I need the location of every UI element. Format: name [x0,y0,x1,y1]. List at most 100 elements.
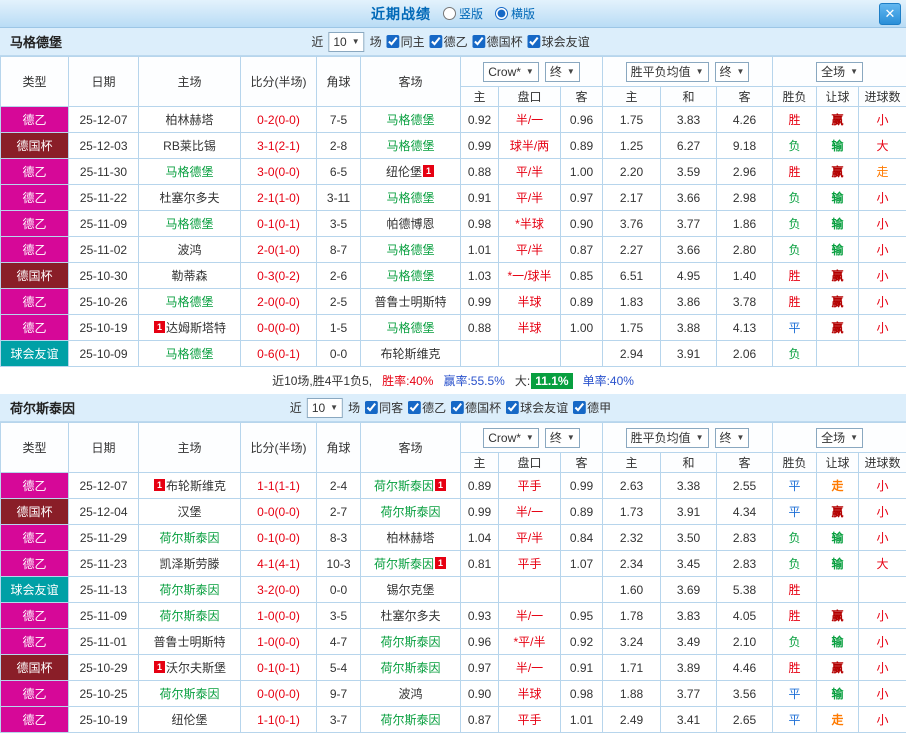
team-name-text: 纽伦堡 [385,165,422,179]
odds-home: 0.88 [460,158,499,185]
final-avg-value: 终 [719,431,732,445]
team-name-text: 锡尔克堡 [386,583,435,597]
league-badge: 德乙 [0,524,69,551]
match-date: 25-10-25 [68,680,139,707]
final-avg-dropdown[interactable]: 终 ▼ [714,427,750,448]
checkbox-input[interactable] [472,35,486,48]
result-outcome: 胜 [772,288,818,315]
filter-checkbox[interactable]: 德国杯 [451,399,501,416]
result-handicap: 赢 [816,498,860,525]
col-date: 日期 [68,56,139,107]
filter-checkbox[interactable]: 同主 [386,33,425,50]
checkbox-input[interactable] [527,35,541,48]
col-away: 客场 [360,422,461,473]
avg-draw-odds: 3.91 [660,498,718,525]
checkbox-input[interactable] [408,401,422,414]
filter-checkbox[interactable]: 球会友谊 [527,33,590,50]
odds-handicap: 平手 [498,550,561,577]
result-handicap [816,576,860,603]
match-date: 25-10-19 [68,706,139,733]
table-row: 德乙 25-12-07 柏林赫塔 0-2(0-0) 7-5 马格德堡 0.92 半/一 0.96… [0,106,906,133]
home-team: 马格德堡 [138,210,241,237]
avg-draw-odds: 3.59 [660,158,718,185]
chevron-down-icon: ▼ [736,433,745,442]
match-score: 0-1(0-1) [240,654,317,681]
team-name-text: 普鲁士明斯特 [153,635,226,649]
result-outcome: 胜 [772,576,818,603]
home-team: 1 沃尔夫斯堡 [138,654,241,681]
team-name-text: 波鸿 [177,243,202,257]
home-team: 柏林赫塔 [138,106,241,133]
filter-checkbox[interactable]: 德乙 [408,399,446,416]
close-button[interactable]: ✕ [879,3,901,25]
away-team: 布轮斯维克 [360,340,461,367]
result-goals: 小 [858,472,906,499]
filter-checkbox[interactable]: 德甲 [573,399,611,416]
checkbox-input[interactable] [429,35,443,48]
col-avg-draw: 和 [660,86,718,107]
checkbox-input[interactable] [506,401,520,414]
corner-score: 8-3 [316,524,361,551]
avg-odds-dropdown[interactable]: 胜平负均值 ▼ [625,427,709,448]
layout-radio-vertical[interactable]: 竖版 [442,5,483,22]
odds-handicap [498,340,561,367]
filter-checkbox[interactable]: 同客 [365,399,403,416]
checkbox-input[interactable] [365,401,379,414]
team-name-text: 荷尔斯泰因 [380,661,441,675]
match-count-dropdown[interactable]: 10 ▼ [306,397,344,418]
odds-company-dropdown[interactable]: Crow* ▼ [483,427,539,448]
team-name-text: 荷尔斯泰因 [159,609,220,623]
chevron-down-icon: ▼ [330,403,339,412]
table-row: 德乙 25-11-29 荷尔斯泰因 0-1(0-0) 8-3 柏林赫塔 1.04 平/半 0.8… [0,524,906,551]
result-handicap: 输 [816,210,860,237]
avg-home-odds: 1.60 [602,576,662,603]
match-count-dropdown[interactable]: 10 ▼ [328,31,365,52]
result-outcome: 负 [772,550,818,577]
scope-dropdown[interactable]: 全场 ▼ [816,61,864,82]
final-avg-dropdown[interactable]: 终 ▼ [714,61,750,82]
avg-draw-odds: 3.49 [660,628,718,655]
filter-checkbox[interactable]: 德国杯 [472,33,523,50]
odds-away: 1.07 [559,550,604,577]
filter-checkbox[interactable]: 德乙 [429,33,468,50]
final-odds-dropdown[interactable]: 终 ▼ [544,427,580,448]
checkbox-input[interactable] [573,401,587,414]
radio-horizontal-input[interactable] [495,7,508,20]
radio-vertical-input[interactable] [442,7,456,20]
checkbox-input[interactable] [386,35,400,48]
red-card-badge: 1 [435,557,446,569]
avg-draw-odds: 3.89 [660,654,718,681]
avg-odds-value: 胜平负均值 [630,431,691,445]
result-handicap: 输 [816,236,860,263]
filter-checkbox[interactable]: 球会友谊 [506,399,568,416]
avg-away-odds: 2.55 [716,472,774,499]
odds-home: 0.93 [460,602,499,629]
avg-away-odds: 4.26 [716,106,774,133]
league-filter-checkboxes: 同主 德乙 德国杯 球会友谊 [386,33,595,50]
result-outcome: 负 [772,236,818,263]
scope-dropdown[interactable]: 全场 ▼ [816,427,864,448]
team-name-text: 纽伦堡 [171,713,208,727]
final-odds-dropdown[interactable]: 终 ▼ [544,61,580,82]
avg-home-odds: 1.25 [602,132,662,159]
avg-home-odds: 2.17 [602,184,662,211]
match-score: 3-0(0-0) [240,158,317,185]
odds-company-dropdown[interactable]: Crow* ▼ [483,61,539,82]
col-score: 比分(半场) [240,422,317,473]
avg-odds-dropdown[interactable]: 胜平负均值 ▼ [625,61,709,82]
chevron-down-icon: ▼ [695,67,704,76]
odds-away: 0.91 [559,654,604,681]
team-name-text: 荷尔斯泰因 [373,479,434,493]
checkbox-input[interactable] [451,401,465,414]
team-name-text: 达姆斯塔特 [165,321,226,335]
team-name-text: 杜塞尔多夫 [159,191,220,205]
layout-radio-horizontal[interactable]: 横版 [495,5,535,22]
league-badge: 球会友谊 [0,576,69,603]
avg-home-odds: 2.49 [602,706,662,733]
odds-home: 0.97 [460,654,499,681]
corner-score: 3-5 [316,210,361,237]
col-home: 主场 [138,56,241,107]
match-score: 0-1(0-1) [240,210,317,237]
result-handicap: 输 [816,628,860,655]
corner-score: 3-5 [316,602,361,629]
